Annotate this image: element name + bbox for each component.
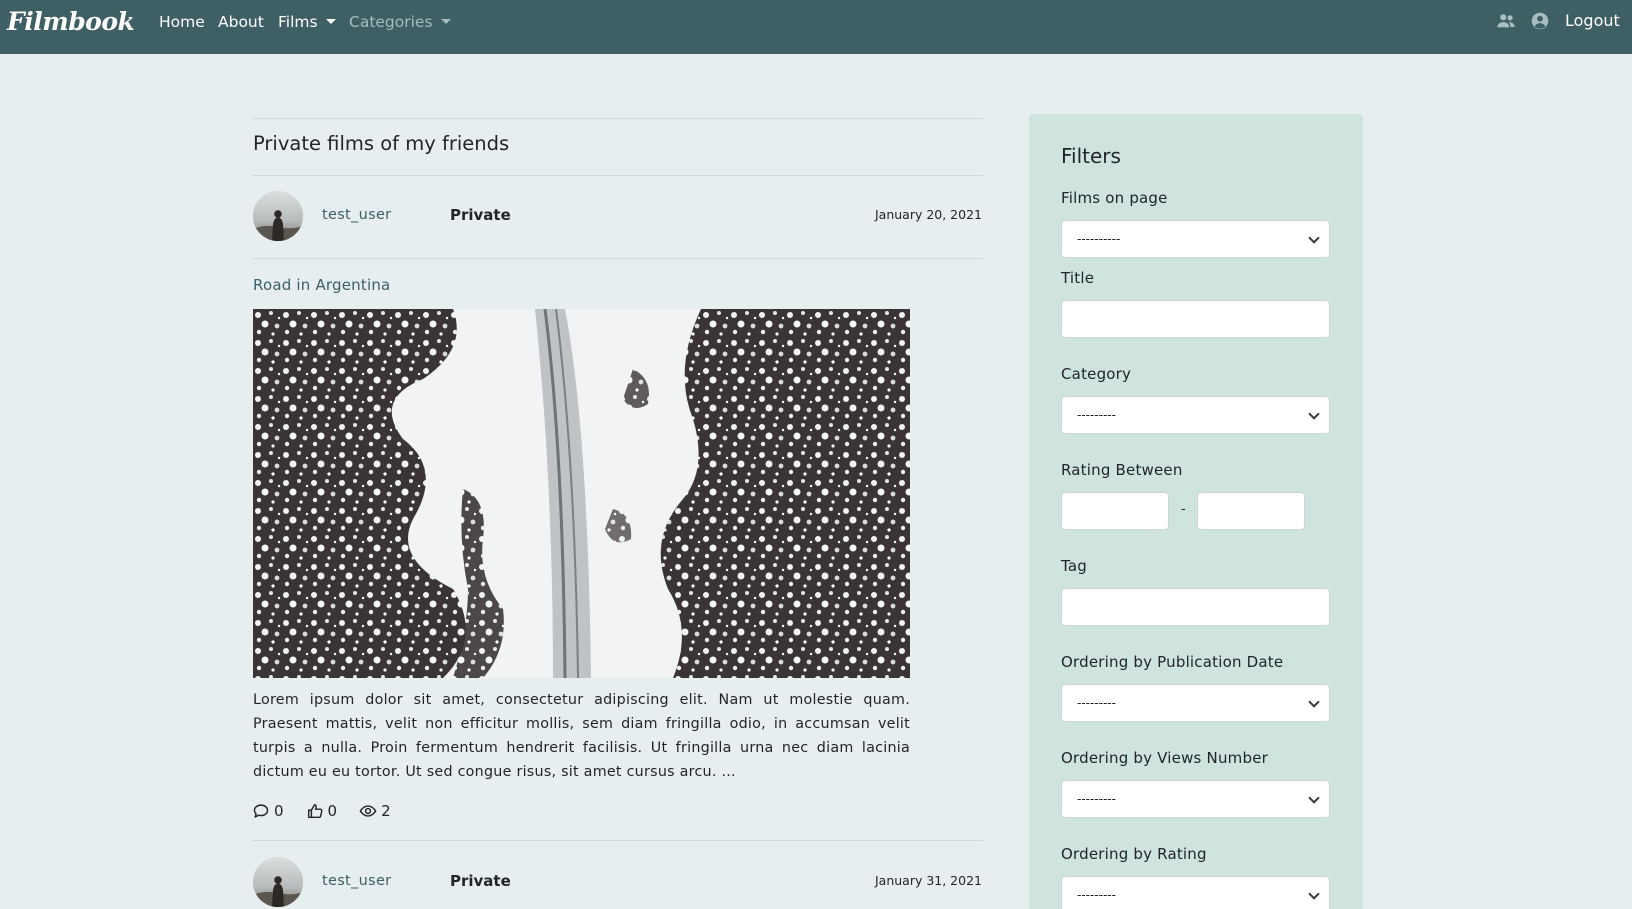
tag-label: Tag bbox=[1061, 557, 1087, 575]
filters-title: Filters bbox=[1061, 144, 1121, 168]
caret-down-icon bbox=[440, 19, 451, 24]
nav-categories-label: Categories bbox=[349, 13, 433, 31]
nav-about[interactable]: About bbox=[218, 13, 264, 31]
views-stat: 2 bbox=[359, 802, 391, 820]
category-select[interactable]: --------- bbox=[1061, 396, 1330, 434]
film-title-link[interactable]: Road in Argentina bbox=[253, 276, 390, 294]
page-title: Private films of my friends bbox=[253, 132, 510, 155]
navbar: Filmbook Home About Films Categories Log… bbox=[0, 0, 1632, 54]
chevron-down-icon bbox=[1308, 792, 1320, 804]
divider bbox=[253, 175, 983, 176]
category-label: Category bbox=[1061, 365, 1132, 383]
thumbs-up-icon bbox=[307, 803, 323, 819]
comment-icon bbox=[253, 804, 269, 818]
likes-count: 0 bbox=[327, 802, 338, 820]
avatar[interactable] bbox=[253, 191, 303, 241]
post-username[interactable]: test_user bbox=[322, 873, 391, 889]
nav-films-dropdown[interactable]: Films bbox=[278, 13, 336, 31]
users-icon[interactable] bbox=[1495, 10, 1517, 32]
tag-input[interactable] bbox=[1061, 588, 1330, 626]
views-ordering-value: --------- bbox=[1077, 792, 1116, 806]
chevron-down-icon bbox=[1308, 888, 1320, 900]
nav-home[interactable]: Home bbox=[159, 13, 205, 31]
rating-min-input[interactable] bbox=[1061, 492, 1169, 530]
title-label: Title bbox=[1061, 269, 1095, 287]
eye-icon bbox=[359, 805, 377, 817]
caret-down-icon bbox=[325, 19, 336, 24]
films-on-page-value: ---------- bbox=[1077, 232, 1121, 246]
likes-stat[interactable]: 0 bbox=[306, 802, 338, 820]
rating-range-separator: - bbox=[1181, 502, 1186, 517]
avatar[interactable] bbox=[253, 857, 303, 907]
chevron-down-icon bbox=[1308, 232, 1320, 244]
user-circle-icon[interactable] bbox=[1529, 10, 1551, 32]
rating-ordering-label: Ordering by Rating bbox=[1061, 845, 1207, 863]
post-date: January 31, 2021 bbox=[874, 873, 982, 888]
pubdate-ordering-label: Ordering by Publication Date bbox=[1061, 653, 1284, 671]
category-value: --------- bbox=[1077, 408, 1116, 422]
post-privacy: Private bbox=[450, 206, 511, 224]
post-username[interactable]: test_user bbox=[322, 207, 391, 223]
logout-link[interactable]: Logout bbox=[1565, 11, 1620, 30]
comments-stat[interactable]: 0 bbox=[252, 802, 284, 820]
rating-ordering-value: --------- bbox=[1077, 888, 1116, 902]
divider bbox=[253, 118, 983, 119]
filters-sidebar: Filters Films on page ---------- Title C… bbox=[1029, 114, 1363, 909]
nav-categories-dropdown[interactable]: Categories bbox=[349, 13, 451, 31]
views-count: 2 bbox=[381, 802, 391, 820]
views-ordering-label: Ordering by Views Number bbox=[1061, 749, 1268, 767]
pubdate-ordering-select[interactable]: --------- bbox=[1061, 684, 1330, 722]
pubdate-ordering-value: --------- bbox=[1077, 696, 1116, 710]
chevron-down-icon bbox=[1308, 696, 1320, 708]
films-on-page-label: Films on page bbox=[1061, 189, 1168, 207]
films-on-page-select[interactable]: ---------- bbox=[1061, 220, 1330, 258]
chevron-down-icon bbox=[1308, 408, 1320, 420]
nav-films-label: Films bbox=[278, 13, 318, 31]
divider bbox=[253, 258, 983, 259]
divider bbox=[253, 840, 983, 841]
title-input[interactable] bbox=[1061, 300, 1330, 338]
comments-count: 0 bbox=[274, 802, 284, 820]
film-description: Lorem ipsum dolor sit amet, consectetur … bbox=[253, 692, 910, 780]
film-thumbnail[interactable] bbox=[253, 309, 910, 678]
rating-max-input[interactable] bbox=[1197, 492, 1305, 530]
post-stats: 0 0 2 bbox=[252, 800, 413, 822]
post-privacy: Private bbox=[450, 872, 511, 890]
brand-logo[interactable]: Filmbook bbox=[7, 7, 135, 36]
views-ordering-select[interactable]: --------- bbox=[1061, 780, 1330, 818]
rating-between-label: Rating Between bbox=[1061, 461, 1183, 479]
rating-ordering-select[interactable]: --------- bbox=[1061, 876, 1330, 909]
post-date: January 20, 2021 bbox=[874, 207, 982, 222]
